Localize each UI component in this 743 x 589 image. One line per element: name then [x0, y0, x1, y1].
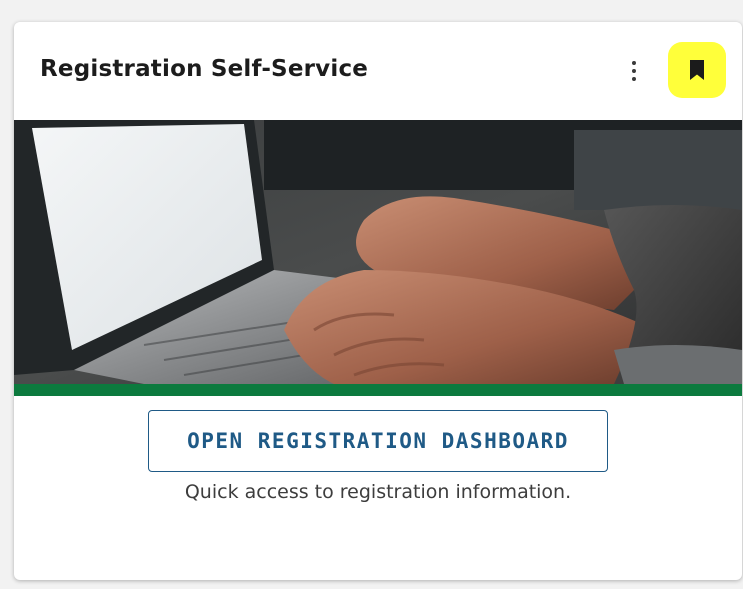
menu-dot: [632, 77, 636, 81]
accent-bar: [14, 384, 742, 396]
menu-dot: [632, 61, 636, 65]
laptop-typing-image: [14, 120, 742, 384]
card-description: Quick access to registration information…: [184, 481, 572, 503]
hero-illustration: [14, 120, 742, 384]
more-options-button[interactable]: [622, 55, 646, 87]
open-registration-dashboard-button[interactable]: OPEN REGISTRATION DASHBOARD: [148, 410, 608, 472]
card-body: OPEN REGISTRATION DASHBOARD Quick access…: [14, 396, 742, 580]
card-header: Registration Self-Service: [14, 22, 742, 120]
registration-card: Registration Self-Service OPEN REGISTRAT…: [14, 22, 742, 580]
bookmark-icon: [690, 60, 704, 80]
menu-dot: [632, 69, 636, 73]
card-title: Registration Self-Service: [40, 56, 369, 82]
bookmark-button[interactable]: [668, 42, 726, 98]
